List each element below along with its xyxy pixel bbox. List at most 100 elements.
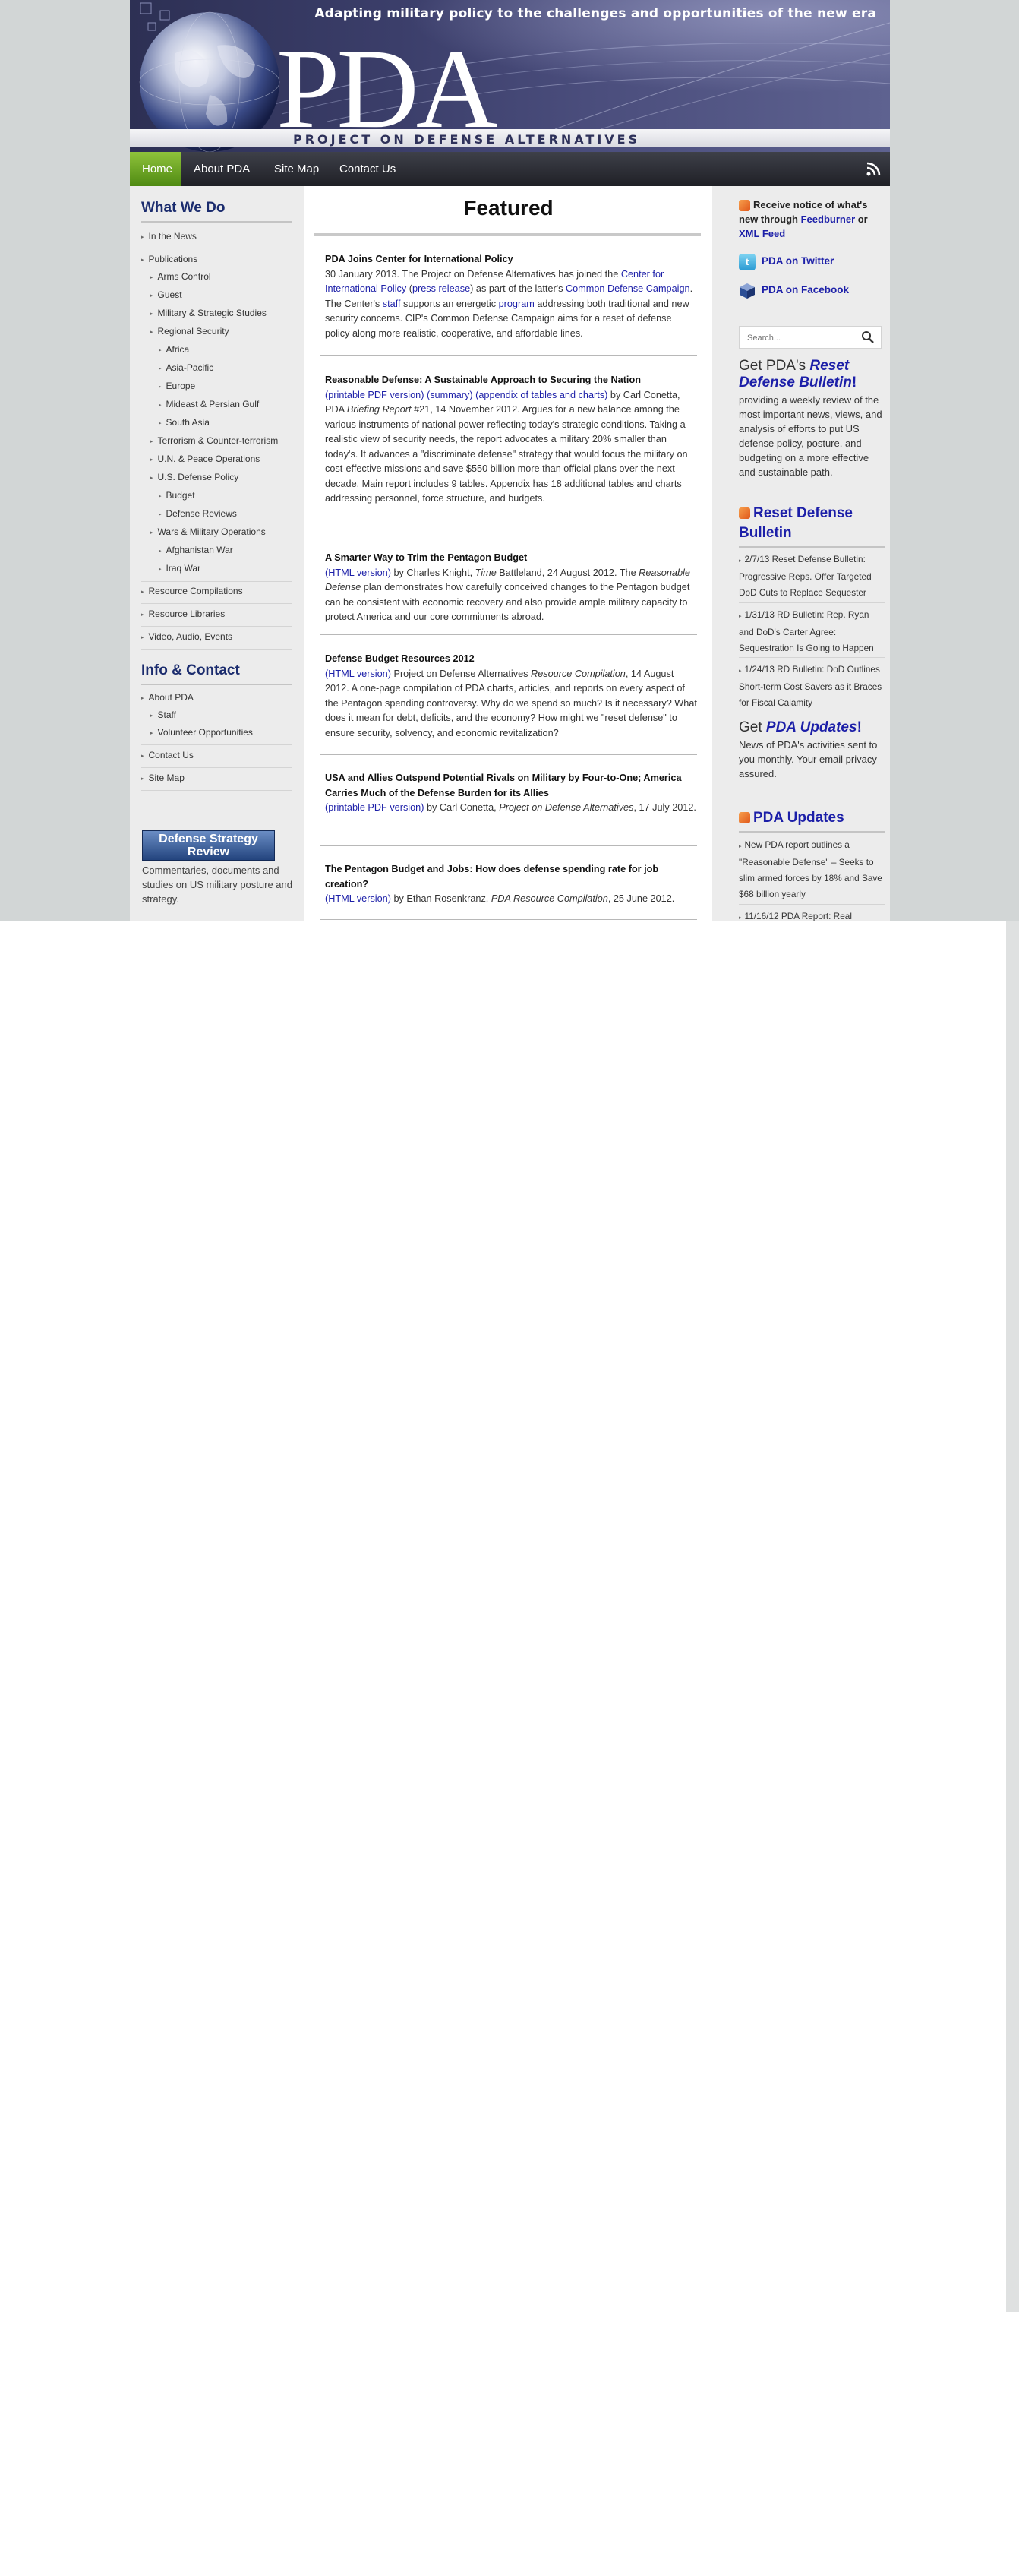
sidebar-item-label: U.S. Defense Policy — [157, 472, 239, 482]
arrow-icon: ▸ — [141, 257, 144, 263]
search-input[interactable] — [746, 327, 855, 349]
sidebar-item-defense-reviews[interactable]: ▸ Defense Reviews — [159, 508, 309, 519]
article-title[interactable]: The Pentagon Budget and Jobs: How does d… — [325, 862, 697, 892]
article-title[interactable]: Reasonable Defense: A Sustainable Approa… — [325, 373, 697, 388]
xml-feed-link[interactable]: XML Feed — [739, 228, 785, 239]
rss-icon[interactable] — [739, 200, 750, 212]
twitter-label: PDA on Twitter — [762, 255, 834, 267]
sidebar-item-un-peace[interactable]: ▸ U.N. & Peace Operations — [150, 454, 301, 464]
article-link[interactable]: (appendix of tables and charts) — [475, 390, 607, 400]
sidebar-item-resource-compilations[interactable]: ▸ Resource Compilations — [141, 586, 292, 596]
sidebar-item-budget[interactable]: ▸ Budget — [159, 490, 309, 501]
article-link[interactable]: (printable PDF version) — [325, 390, 424, 400]
nav-contact-us[interactable]: Contact Us — [327, 152, 408, 186]
rdb-item[interactable]: ▸ 1/31/13 RD Bulletin: Rep. Ryan and DoD'… — [739, 607, 885, 656]
article-body: (HTML version) by Charles Knight, Time B… — [325, 566, 697, 625]
sidebar-item-label: Resource Compilations — [148, 586, 243, 596]
facebook-link[interactable]: PDA on Facebook — [739, 283, 885, 299]
article-link[interactable]: Common Defense Campaign — [566, 283, 690, 294]
arrow-icon: ▸ — [150, 730, 153, 736]
sidebar-item-contact-us[interactable]: ▸ Contact Us — [141, 750, 292, 760]
sidebar-item-video-audio[interactable]: ▸ Video, Audio, Events — [141, 631, 292, 642]
sidebar-item-label: Africa — [166, 344, 190, 355]
article-title[interactable]: A Smarter Way to Trim the Pentagon Budge… — [325, 551, 697, 566]
rdb-item[interactable]: ▸ 2/7/13 Reset Defense Bulletin: Progress… — [739, 552, 885, 601]
arrow-icon: ▸ — [739, 668, 742, 674]
sidebar-item-publications[interactable]: ▸ Publications — [141, 254, 292, 264]
article-item: Defense Budget Resources 2012 (HTML vers… — [325, 652, 697, 741]
sidebar-item-regional-security[interactable]: ▸ Regional Security — [150, 326, 301, 337]
heading-divider — [141, 684, 292, 685]
article-text: #21, 14 November 2012. Argues for a new … — [325, 404, 688, 504]
arrow-icon: ▸ — [141, 695, 144, 701]
article-text: , 17 July 2012. — [633, 802, 696, 813]
rss-icon[interactable] — [866, 162, 881, 176]
rdb-heading[interactable]: Reset Defense Bulletin — [739, 504, 885, 543]
sidebar-item-mideast[interactable]: ▸ Mideast & Persian Gulf — [159, 399, 309, 409]
article-link[interactable]: (HTML version) — [325, 567, 391, 578]
rss-icon[interactable] — [739, 812, 750, 824]
info-contact-heading: Info & Contact — [141, 662, 240, 678]
article-link[interactable]: (HTML version) — [325, 668, 391, 679]
arrow-icon: ▸ — [150, 475, 153, 481]
pu-item[interactable]: ▸11/16/12 PDA Report: Real Defense — [739, 909, 885, 921]
sidebar-item-staff[interactable]: ▸ Staff — [150, 710, 301, 720]
arrow-icon: ▸ — [159, 384, 162, 390]
sidebar-item-guest[interactable]: ▸ Guest — [150, 289, 301, 300]
nav-site-map[interactable]: Site Map — [262, 152, 331, 186]
article-item: Reasonable Defense: A Sustainable Approa… — [325, 373, 697, 507]
article-link[interactable]: press release — [412, 283, 470, 294]
sidebar-item-wars-military-ops[interactable]: ▸ Wars & Military Operations — [150, 526, 301, 537]
main-nav: Home About PDA Site Map Contact Us — [130, 152, 890, 186]
pu-heading[interactable]: PDA Updates — [739, 808, 885, 828]
article-body: 30 January 2013. The Project on Defense … — [325, 267, 697, 342]
sidebar-item-about-pda[interactable]: ▸ About PDA — [141, 692, 292, 703]
sidebar-item-arms-control[interactable]: ▸ Arms Control — [150, 271, 301, 282]
rss-icon[interactable] — [739, 507, 750, 520]
article-text: ) as part of the latter's — [470, 283, 566, 294]
bulletin-promo-heading: Get PDA's Reset Defense Bulletin! — [739, 358, 885, 391]
sidebar-item-site-map[interactable]: ▸ Site Map — [141, 773, 292, 783]
sidebar-item-label: Asia-Pacific — [166, 362, 214, 373]
defense-strategy-review-badge[interactable]: Defense Strategy Review — [142, 830, 275, 861]
sidebar-item-south-asia[interactable]: ▸ South Asia — [159, 417, 309, 428]
feedburner-link[interactable]: Feedburner — [801, 213, 856, 225]
nav-about-pda[interactable]: About PDA — [181, 152, 262, 186]
divider — [141, 581, 292, 582]
search-icon[interactable] — [861, 330, 875, 344]
sidebar-item-europe[interactable]: ▸ Europe — [159, 381, 309, 391]
feed-notice: Receive notice of what's new through Fee… — [739, 198, 885, 241]
sidebar-item-asia-pacific[interactable]: ▸ Asia-Pacific — [159, 362, 309, 373]
sidebar-item-iraq-war[interactable]: ▸ Iraq War — [159, 563, 309, 574]
article-link[interactable]: (printable PDF version) — [325, 802, 424, 813]
updates-title-link[interactable]: PDA Updates — [766, 719, 857, 735]
article-link[interactable]: (HTML version) — [325, 893, 391, 904]
sidebar-item-afghanistan-war[interactable]: ▸ Afghanistan War — [159, 545, 309, 555]
article-link[interactable]: (summary) — [427, 390, 473, 400]
twitter-link[interactable]: t PDA on Twitter — [739, 254, 885, 270]
sidebar-item-terrorism[interactable]: ▸ Terrorism & Counter-terrorism — [150, 435, 301, 446]
article-link[interactable]: program — [499, 299, 535, 309]
article-text: plan demonstrates how carefully conceive… — [325, 582, 690, 622]
sidebar-item-in-the-news[interactable]: ▸ In the News — [141, 231, 292, 242]
pu-item[interactable]: ▸ New PDA report outlines a "Reasonable D… — [739, 837, 885, 902]
sidebar-item-us-defense-policy[interactable]: ▸ U.S. Defense Policy — [150, 472, 301, 482]
sidebar-item-military-strategic[interactable]: ▸ Military & Strategic Studies — [150, 308, 301, 318]
rdb-item[interactable]: ▸ 1/24/13 RD Bulletin: DoD Outlines Short… — [739, 662, 885, 711]
nav-home[interactable]: Home — [130, 152, 181, 186]
arrow-icon: ▸ — [141, 589, 144, 595]
divider — [739, 602, 885, 603]
arrow-icon: ▸ — [159, 493, 162, 499]
article-title[interactable]: PDA Joins Center for International Polic… — [325, 252, 697, 267]
article-title[interactable]: USA and Allies Outspend Potential Rivals… — [325, 771, 697, 801]
sidebar-item-africa[interactable]: ▸ Africa — [159, 344, 309, 355]
arrow-icon: ▸ — [739, 915, 742, 921]
article-link[interactable]: staff — [383, 299, 401, 309]
arrow-icon: ▸ — [159, 365, 162, 371]
heading-divider — [739, 546, 885, 548]
article-title[interactable]: Defense Budget Resources 2012 — [325, 652, 697, 667]
divider — [739, 657, 885, 658]
sidebar-item-resource-libraries[interactable]: ▸ Resource Libraries — [141, 608, 292, 619]
page-title: Featured — [463, 196, 554, 220]
sidebar-item-volunteer[interactable]: ▸ Volunteer Opportunities — [150, 727, 301, 738]
